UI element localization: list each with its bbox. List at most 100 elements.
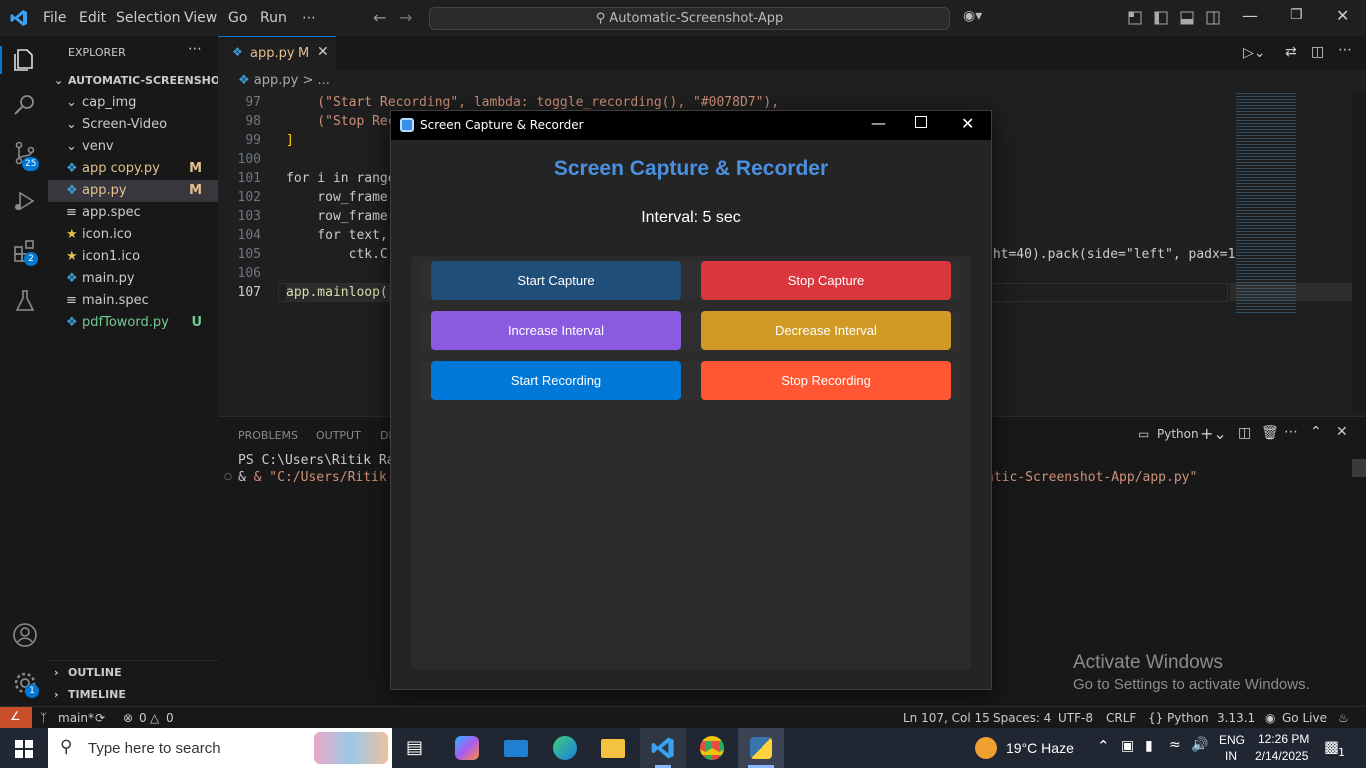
terminal-scrollbar[interactable] <box>1352 459 1366 477</box>
copilot-icon[interactable] <box>455 736 479 760</box>
breadcrumb[interactable]: ❖ app.py > ... <box>238 73 330 88</box>
clock-time[interactable]: 12:26 PM <box>1258 732 1309 746</box>
python-app-taskbar-button[interactable] <box>738 728 784 768</box>
stop-recording-button[interactable]: Stop Recording <box>701 361 951 400</box>
toggle-secondary-sidebar-icon[interactable] <box>1206 11 1220 25</box>
branch-name[interactable]: main* <box>58 711 94 725</box>
new-terminal-icon[interactable]: +⌄ <box>1200 424 1227 443</box>
python-version[interactable]: 3.13.1 <box>1217 711 1255 725</box>
explorer-item[interactable]: ★ icon.ico <box>48 224 218 246</box>
compare-icon[interactable]: ⇄ <box>1285 44 1297 60</box>
remote-indicator[interactable]: ∠ <box>0 707 32 729</box>
explorer-item[interactable]: ❖ main.py <box>48 268 218 290</box>
increase-interval-button[interactable]: Increase Interval <box>431 311 681 350</box>
code-line[interactable]: ] <box>286 131 294 150</box>
explorer-item[interactable]: ❖ app.py M <box>48 180 218 202</box>
language-mode[interactable]: Python <box>1167 711 1209 725</box>
code-line[interactable]: ctk.C <box>286 245 388 264</box>
menu-go[interactable]: Go <box>228 10 247 26</box>
app-close-icon[interactable]: ✕ <box>961 114 974 133</box>
menu-more[interactable]: ⋯ <box>302 10 316 26</box>
minimize-icon[interactable]: — <box>1242 6 1258 25</box>
copilot-icon[interactable]: ◉▾ <box>963 8 982 24</box>
outline-section[interactable]: › OUTLINE <box>48 662 218 684</box>
volume-icon[interactable]: 🔊 <box>1191 737 1208 753</box>
close-panel-icon[interactable]: ✕ <box>1336 424 1348 440</box>
project-root[interactable]: ⌄ AUTOMATIC-SCREENSHOT... <box>48 70 239 92</box>
split-terminal-icon[interactable]: ◫ <box>1238 425 1251 441</box>
vscode-taskbar-button[interactable] <box>640 728 686 768</box>
warnings-count[interactable]: 0 <box>166 711 174 725</box>
menu-file[interactable]: File <box>43 10 66 26</box>
start-recording-button[interactable]: Start Recording <box>431 361 681 400</box>
line-ending[interactable]: CRLF <box>1106 711 1136 725</box>
tab-problems[interactable]: PROBLEMS <box>238 429 298 442</box>
explorer-item[interactable]: ★ icon1.ico <box>48 246 218 268</box>
notifications-bell-icon[interactable]: ♨ <box>1338 711 1349 725</box>
code-line[interactable]: ("Stop Rec <box>286 112 395 131</box>
explorer-item[interactable]: ⌄ venv <box>48 136 218 158</box>
explorer-item[interactable]: ⌄ Screen-Video <box>48 114 218 136</box>
tab-output[interactable]: OUTPUT <box>316 429 361 442</box>
explorer-item[interactable]: ≡ main.spec <box>48 290 218 312</box>
split-editor-icon[interactable]: ◫ <box>1311 44 1324 60</box>
explorer-icon[interactable] <box>12 46 38 72</box>
file-explorer-icon[interactable] <box>601 739 625 758</box>
start-capture-button[interactable]: Start Capture <box>431 261 681 300</box>
maximize-panel-icon[interactable]: ⌃ <box>1310 424 1322 440</box>
language-eng[interactable]: ENG <box>1219 733 1245 747</box>
action-center-icon[interactable]: ▩ <box>1324 737 1339 756</box>
run-debug-icon[interactable] <box>12 188 38 214</box>
explorer-item[interactable]: ≡ app.spec <box>48 202 218 224</box>
cursor-position[interactable]: Ln 107, Col 15 <box>903 711 990 725</box>
restore-icon[interactable]: ❐ <box>1290 7 1303 23</box>
explorer-item[interactable]: ❖ app copy.py M <box>48 158 218 180</box>
code-line[interactable]: for text, <box>286 226 387 245</box>
close-icon[interactable]: ✕ <box>1336 6 1349 25</box>
tab-app-py[interactable]: ❖ app.py M ✕ <box>218 36 336 70</box>
search-icon[interactable] <box>12 92 38 118</box>
more-actions-icon[interactable]: ⋯ <box>1338 42 1352 58</box>
meet-now-icon[interactable]: ▣ <box>1121 738 1134 754</box>
kill-terminal-icon[interactable]: 🗑 <box>1261 425 1279 441</box>
timeline-section[interactable]: › TIMELINE <box>48 684 218 706</box>
app-minimize-icon[interactable]: — <box>871 114 886 132</box>
command-center-search[interactable]: ⚲ Automatic-Screenshot-App <box>429 7 950 30</box>
menu-selection[interactable]: Selection <box>116 10 181 26</box>
encoding[interactable]: UTF-8 <box>1058 711 1093 725</box>
wifi-icon[interactable]: ≈ <box>1169 737 1181 753</box>
code-line[interactable]: row_frame. <box>286 207 395 226</box>
forward-arrow-icon[interactable]: → <box>399 8 412 27</box>
minimap[interactable] <box>1230 93 1360 413</box>
terminal-name[interactable]: Python <box>1157 427 1199 441</box>
chrome-icon[interactable] <box>700 736 724 760</box>
mail-icon[interactable] <box>504 740 528 757</box>
weather-haze-icon[interactable] <box>975 737 997 759</box>
testing-flask-icon[interactable] <box>12 288 38 314</box>
stop-capture-button[interactable]: Stop Capture <box>701 261 951 300</box>
taskbar-search-box[interactable]: ⚲ Type here to search <box>48 728 392 768</box>
menu-view[interactable]: View <box>184 10 217 26</box>
vscode-logo-icon[interactable] <box>10 9 28 27</box>
task-view-icon[interactable]: ▤ <box>406 737 423 758</box>
toggle-panel-icon[interactable] <box>1180 11 1194 25</box>
customize-layout-icon[interactable] <box>1128 11 1142 25</box>
panel-more-icon[interactable]: ⋯ <box>1284 424 1298 440</box>
edge-browser-icon[interactable] <box>553 736 577 760</box>
toggle-sidebar-icon[interactable] <box>1154 11 1168 25</box>
run-python-icon[interactable]: ▷⌄ <box>1243 45 1266 61</box>
tab-close-icon[interactable]: ✕ <box>317 44 329 60</box>
show-hidden-icons-chevron-icon[interactable]: ⌃ <box>1097 737 1110 755</box>
back-arrow-icon[interactable]: ← <box>373 8 386 27</box>
code-line[interactable]: row_frame <box>286 188 396 207</box>
explorer-more-icon[interactable]: ⋯ <box>188 41 202 57</box>
explorer-item[interactable]: ❖ pdfToword.py U <box>48 312 218 334</box>
editor-scrollbar[interactable] <box>1352 93 1366 413</box>
accounts-icon[interactable] <box>12 622 38 648</box>
sync-icon[interactable]: ⟳ <box>95 711 105 725</box>
menu-edit[interactable]: Edit <box>79 10 106 26</box>
go-live-button[interactable]: Go Live <box>1282 711 1327 725</box>
battery-icon[interactable]: ▮ <box>1145 738 1153 754</box>
code-line[interactable]: for i in range <box>286 169 396 188</box>
menu-run[interactable]: Run <box>260 10 287 26</box>
